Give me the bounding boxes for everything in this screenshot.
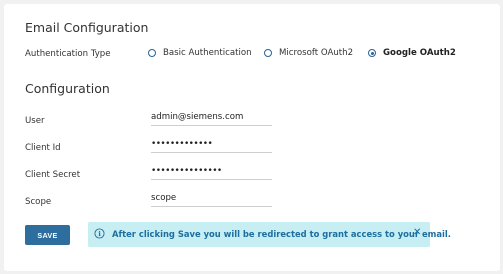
info-alert: i After clicking Save you will be redire… <box>88 222 451 247</box>
close-icon[interactable]: ✕ <box>413 227 421 238</box>
radio-label: Google OAuth2 <box>383 48 456 58</box>
email-config-card: Email Configuration Authentication Type … <box>4 4 500 271</box>
section-title-configuration: Configuration <box>25 81 110 96</box>
save-button[interactable]: SAVE <box>25 225 70 245</box>
authentication-type-label: Authentication Type <box>25 49 111 59</box>
info-icon-glyph: i <box>98 230 101 238</box>
section-title-email-configuration: Email Configuration <box>25 20 149 35</box>
client-secret-field[interactable]: ••••••••••••••• <box>151 166 272 180</box>
scope-label: Scope <box>25 197 52 207</box>
radio-circle-selected[interactable] <box>368 49 376 57</box>
client-id-label: Client Id <box>25 143 61 153</box>
radio-circle[interactable] <box>148 49 156 57</box>
radio-label: Microsoft OAuth2 <box>279 48 354 58</box>
radio-microsoft-oauth2[interactable]: Microsoft OAuth2 <box>264 48 353 58</box>
user-field[interactable]: admin@siemens.com <box>151 112 272 126</box>
info-icon: i <box>94 228 105 239</box>
client-secret-label: Client Secret <box>25 170 81 180</box>
scope-field[interactable]: scope <box>151 193 272 207</box>
alert-message: After clicking Save you will be redirect… <box>112 229 451 239</box>
user-label: User <box>25 116 45 126</box>
client-id-field[interactable]: ••••••••••••• <box>151 139 272 153</box>
radio-google-oauth2[interactable]: Google OAuth2 <box>368 48 456 58</box>
radio-label: Basic Authentication <box>163 48 252 58</box>
radio-basic-authentication[interactable]: Basic Authentication <box>148 48 252 58</box>
radio-circle[interactable] <box>264 49 272 57</box>
